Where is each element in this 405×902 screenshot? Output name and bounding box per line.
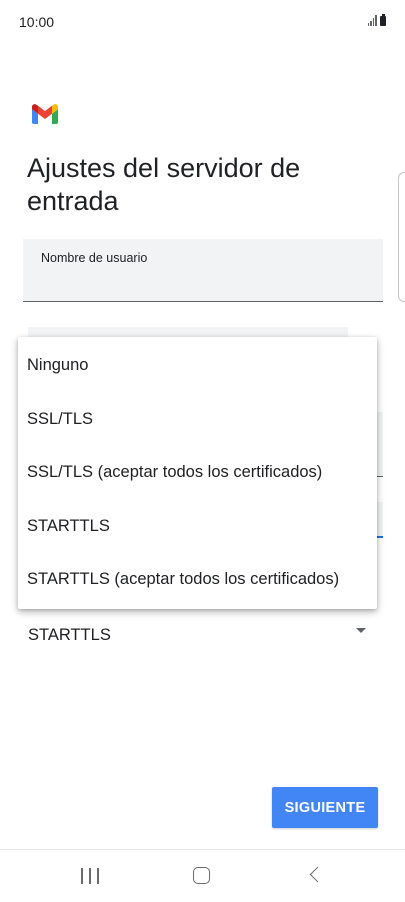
gmail-logo-icon [32,104,58,124]
edge-panel-handle[interactable] [398,172,405,302]
username-field[interactable]: Nombre de usuario [23,239,383,302]
port-field[interactable] [376,502,383,538]
next-button[interactable]: SIGUIENTE [272,787,378,828]
dropdown-arrow-icon [356,628,366,633]
server-field[interactable] [376,412,383,477]
security-type-value: STARTTLS [28,626,111,644]
page-title: Ajustes del servidor de entrada [27,153,301,216]
back-icon[interactable] [309,866,326,883]
username-label: Nombre de usuario [41,251,148,265]
status-time: 10:00 [19,14,55,30]
signal-icon [367,15,377,26]
status-icons [367,14,386,26]
battery-icon [380,14,386,26]
navigation-bar [0,850,405,902]
menu-item-starttls-accept-all[interactable]: STARTTLS (aceptar todos los certificados… [18,553,377,607]
status-bar: 10:00 [0,0,405,44]
menu-item-ssl-tls[interactable]: SSL/TLS [18,393,377,447]
recent-apps-icon[interactable] [81,868,99,884]
home-icon[interactable] [193,867,210,884]
menu-item-ssl-tls-accept-all[interactable]: SSL/TLS (aceptar todos los certificados) [18,446,377,500]
menu-item-ninguno[interactable]: Ninguno [18,339,377,393]
security-type-select[interactable]: STARTTLS [23,608,383,660]
security-type-dropdown: Ninguno SSL/TLS SSL/TLS (aceptar todos l… [18,337,377,609]
menu-item-starttls[interactable]: STARTTLS [18,500,377,554]
